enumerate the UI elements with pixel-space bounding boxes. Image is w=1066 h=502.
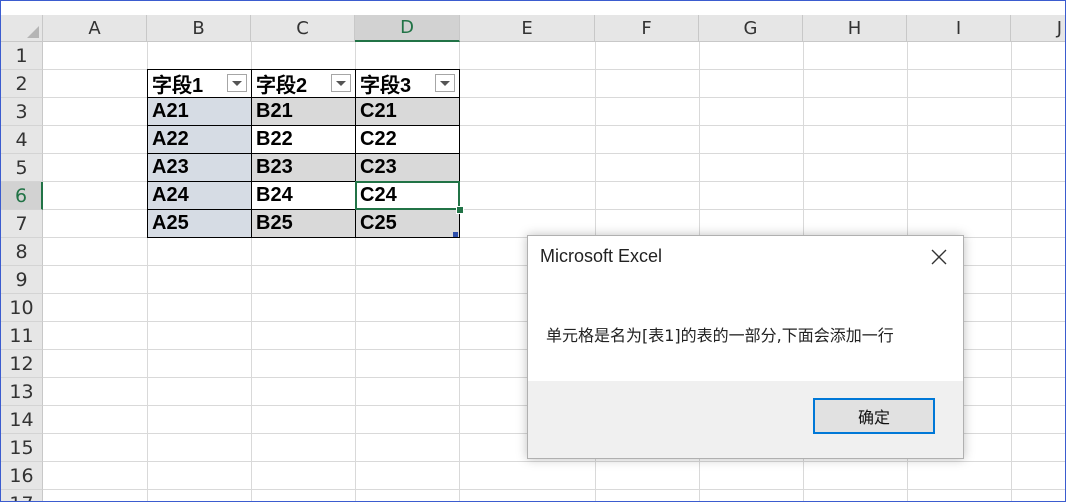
- gridline: [43, 461, 1065, 462]
- spreadsheet-window: A B C D E F G H I J 1 2 3 4 5 6 7 8 9 10…: [0, 0, 1066, 502]
- dialog-title: Microsoft Excel: [540, 246, 663, 266]
- row-header-9[interactable]: 9: [1, 266, 43, 294]
- fill-handle[interactable]: [456, 206, 464, 214]
- row-header-1[interactable]: 1: [1, 42, 43, 70]
- table-header-cell[interactable]: 字段1: [147, 69, 252, 98]
- row-header-17[interactable]: 17: [1, 490, 43, 501]
- filter-dropdown-icon[interactable]: [331, 74, 351, 92]
- row-header-16[interactable]: 16: [1, 462, 43, 490]
- table-cell[interactable]: B25: [252, 210, 356, 238]
- row-header-8[interactable]: 8: [1, 238, 43, 266]
- row-header-14[interactable]: 14: [1, 406, 43, 434]
- column-header-i[interactable]: I: [907, 15, 1011, 42]
- table-cell[interactable]: C23: [356, 154, 460, 182]
- dialog-message: 单元格是名为[表1]的表的一部分,下面会添加一行: [546, 326, 894, 345]
- table-cell[interactable]: C24: [356, 182, 460, 210]
- table-header-label: 字段1: [152, 75, 204, 97]
- row-header-4[interactable]: 4: [1, 126, 43, 154]
- column-header-g[interactable]: G: [699, 15, 803, 42]
- table-cell[interactable]: B22: [252, 126, 356, 154]
- ok-button[interactable]: 确定: [813, 398, 935, 434]
- close-icon[interactable]: [927, 245, 951, 269]
- dialog-footer: 确定: [528, 381, 963, 458]
- row-header-15[interactable]: 15: [1, 434, 43, 462]
- column-header-d[interactable]: D: [355, 15, 460, 42]
- column-header-a[interactable]: A: [43, 15, 147, 42]
- table-cell[interactable]: A25: [147, 210, 252, 238]
- table-cell[interactable]: B23: [252, 154, 356, 182]
- column-header-f[interactable]: F: [595, 15, 699, 42]
- message-dialog: Microsoft Excel 单元格是名为[表1]的表的一部分,下面会添加一行…: [527, 235, 964, 459]
- table-header-label: 字段2: [256, 75, 308, 97]
- table-resize-handle[interactable]: [453, 232, 458, 237]
- column-header-h[interactable]: H: [803, 15, 907, 42]
- row-header-11[interactable]: 11: [1, 322, 43, 350]
- table-cell[interactable]: B24: [252, 182, 356, 210]
- row-header-5[interactable]: 5: [1, 154, 43, 182]
- table-cell[interactable]: A22: [147, 126, 252, 154]
- table-cell[interactable]: C22: [356, 126, 460, 154]
- row-header-3[interactable]: 3: [1, 98, 43, 126]
- select-all-corner[interactable]: [1, 15, 43, 42]
- table-cell[interactable]: A23: [147, 154, 252, 182]
- table-header-cell[interactable]: 字段2: [252, 69, 356, 98]
- table-cell[interactable]: C21: [356, 98, 460, 126]
- table-cell[interactable]: C25: [356, 210, 460, 238]
- row-header-13[interactable]: 13: [1, 378, 43, 406]
- table-cell[interactable]: B21: [252, 98, 356, 126]
- row-header-7[interactable]: 7: [1, 210, 43, 238]
- table-cell[interactable]: A24: [147, 182, 252, 210]
- top-strip: [1, 1, 1065, 15]
- column-header-j[interactable]: J: [1011, 15, 1065, 42]
- column-header-c[interactable]: C: [251, 15, 355, 42]
- row-header-10[interactable]: 10: [1, 294, 43, 322]
- table-header-cell[interactable]: 字段3: [356, 69, 460, 98]
- filter-dropdown-icon[interactable]: [435, 74, 455, 92]
- filter-dropdown-icon[interactable]: [227, 74, 247, 92]
- column-header-e[interactable]: E: [460, 15, 595, 42]
- table-cell[interactable]: A21: [147, 98, 252, 126]
- row-header-6[interactable]: 6: [1, 182, 43, 210]
- column-header-b[interactable]: B: [147, 15, 251, 42]
- gridline: [43, 489, 1065, 490]
- table-header-label: 字段3: [360, 75, 412, 97]
- row-header-12[interactable]: 12: [1, 350, 43, 378]
- row-header-2[interactable]: 2: [1, 70, 43, 98]
